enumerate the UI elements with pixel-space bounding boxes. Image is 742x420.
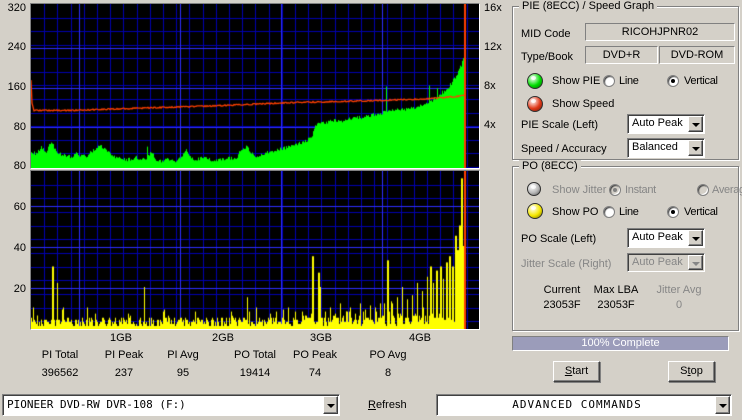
po-scale-dropdown[interactable]: Auto Peak	[627, 228, 705, 248]
jitter-scale-label: Jitter Scale (Right)	[521, 258, 612, 270]
pie-speed-graph-canvas	[31, 4, 479, 168]
speed-accuracy-value: Balanced	[632, 141, 678, 153]
po-axis-tick: 40	[13, 242, 26, 254]
jitter-scale-value: Auto Peak	[632, 256, 683, 268]
po-line-radio-label: Line	[619, 206, 639, 218]
start-button[interactable]: Start	[553, 361, 600, 382]
chevron-down-icon	[692, 147, 700, 151]
po-graph-canvas	[31, 171, 479, 329]
dropdown-arrow-button[interactable]	[688, 230, 703, 246]
stat-value: 8	[384, 367, 392, 379]
max-lba-value: 23053F	[597, 299, 635, 311]
po-line-radio[interactable]	[603, 206, 615, 218]
pie-line-radio[interactable]	[603, 75, 615, 87]
jitter-average-radio-label: Average	[712, 184, 742, 196]
type-book-label: Type/Book	[521, 51, 573, 63]
dropdown-arrow-button	[688, 255, 703, 270]
show-po-led-button[interactable]	[527, 203, 543, 219]
show-pie-led-button[interactable]	[527, 73, 543, 89]
po-group-title: PO (8ECC)	[519, 160, 581, 172]
po-vertical-radio[interactable]	[667, 206, 679, 218]
po-axis-tick: 80	[13, 160, 26, 172]
disc-type-value: DVD+R	[585, 46, 658, 64]
drive-select-value: PIONEER DVD-RW DVR-108 (F:)	[7, 398, 186, 411]
speed-axis-tick: 16x	[484, 2, 502, 14]
speed-axis-tick: 12x	[484, 41, 502, 53]
jitter-avg-label: Jitter Avg	[656, 284, 702, 296]
jitter-scale-dropdown: Auto Peak	[627, 253, 705, 272]
stat-value: 74	[308, 367, 322, 379]
pie-scale-dropdown[interactable]: Auto Peak	[627, 114, 705, 134]
show-jitter-led-button	[527, 182, 541, 196]
pie-vertical-radio[interactable]	[667, 75, 679, 87]
show-po-label: Show PO	[552, 206, 599, 218]
speed-accuracy-label: Speed / Accuracy	[521, 143, 607, 155]
chevron-down-icon	[692, 237, 700, 241]
pie-scale-value: Auto Peak	[632, 117, 683, 129]
jitter-avg-value: 0	[675, 299, 683, 311]
pie-axis-tick: 240	[7, 41, 26, 53]
pie-axis-tick: 320	[7, 2, 26, 14]
progress-bar-fill: 100% Complete	[513, 337, 728, 350]
x-axis-tick: 4GB	[408, 332, 431, 344]
pie-scale-label: PIE Scale (Left)	[521, 119, 599, 131]
pie-axis-tick: 80	[13, 121, 26, 133]
show-pie-label: Show PIE	[552, 75, 601, 87]
stop-button[interactable]: Stop	[668, 361, 715, 382]
chevron-down-icon	[692, 262, 700, 266]
advanced-commands-value: ADVANCED COMMANDS	[512, 398, 642, 411]
show-speed-led-button[interactable]	[527, 96, 543, 112]
dropdown-arrow-button[interactable]	[323, 396, 338, 414]
max-lba-label: Max LBA	[593, 284, 639, 296]
speed-axis-tick: 4x	[484, 119, 496, 131]
x-axis-tick: 1GB	[109, 332, 132, 344]
dropdown-arrow-button[interactable]	[688, 116, 703, 132]
x-axis-tick: 3GB	[309, 332, 332, 344]
x-axis-tick: 2GB	[211, 332, 234, 344]
po-scale-value: Auto Peak	[632, 231, 683, 243]
jitter-instant-radio	[609, 184, 621, 196]
dropdown-arrow-button[interactable]	[688, 140, 703, 156]
stat-po-peak: PO Peak 74	[273, 349, 357, 379]
pie-line-radio-label: Line	[619, 75, 639, 87]
progress-bar: 100% Complete	[512, 336, 729, 351]
pie-speed-group: PIE (8ECC) / Speed Graph MID Code RICOHJ…	[512, 0, 739, 160]
advanced-commands-dropdown[interactable]: ADVANCED COMMANDS	[436, 394, 732, 416]
refresh-link[interactable]: Refresh	[368, 399, 407, 411]
pie-vertical-radio-label: Vertical	[684, 75, 718, 87]
po-axis-tick: 20	[13, 283, 26, 295]
stat-label: PO Peak	[292, 349, 338, 361]
pie-speed-graph	[30, 3, 480, 169]
speed-accuracy-dropdown[interactable]: Balanced	[627, 138, 705, 158]
mid-code-value: RICOHJPNR02	[585, 23, 735, 41]
jitter-instant-radio-label: Instant	[625, 184, 656, 196]
chevron-down-icon	[327, 404, 335, 408]
stat-label: PO Avg	[369, 349, 407, 361]
dropdown-arrow-button[interactable]	[715, 396, 730, 414]
mid-code-label: MID Code	[521, 28, 571, 40]
show-speed-label: Show Speed	[552, 98, 615, 110]
pie-axis-tick: 160	[7, 81, 26, 93]
po-vertical-radio-label: Vertical	[684, 206, 718, 218]
jitter-average-radio	[697, 184, 709, 196]
po-scale-label: PO Scale (Left)	[521, 233, 597, 245]
book-type-value: DVD-ROM	[659, 46, 735, 64]
chevron-down-icon	[692, 123, 700, 127]
app-window: 320 240 160 80 80 60 40 20 16x 12x 8x 4x…	[0, 0, 742, 420]
po-axis-tick: 60	[13, 201, 26, 213]
stat-po-avg: PO Avg 8	[346, 349, 430, 379]
speed-axis-tick: 8x	[484, 80, 496, 92]
po-group: PO (8ECC) Show Jitter Instant Average Sh…	[512, 160, 742, 331]
pie-group-title: PIE (8ECC) / Speed Graph	[519, 0, 658, 12]
po-graph	[30, 170, 480, 330]
drive-select-dropdown[interactable]: PIONEER DVD-RW DVR-108 (F:)	[2, 394, 340, 416]
show-jitter-label: Show Jitter	[552, 184, 607, 196]
chevron-down-icon	[719, 404, 727, 408]
